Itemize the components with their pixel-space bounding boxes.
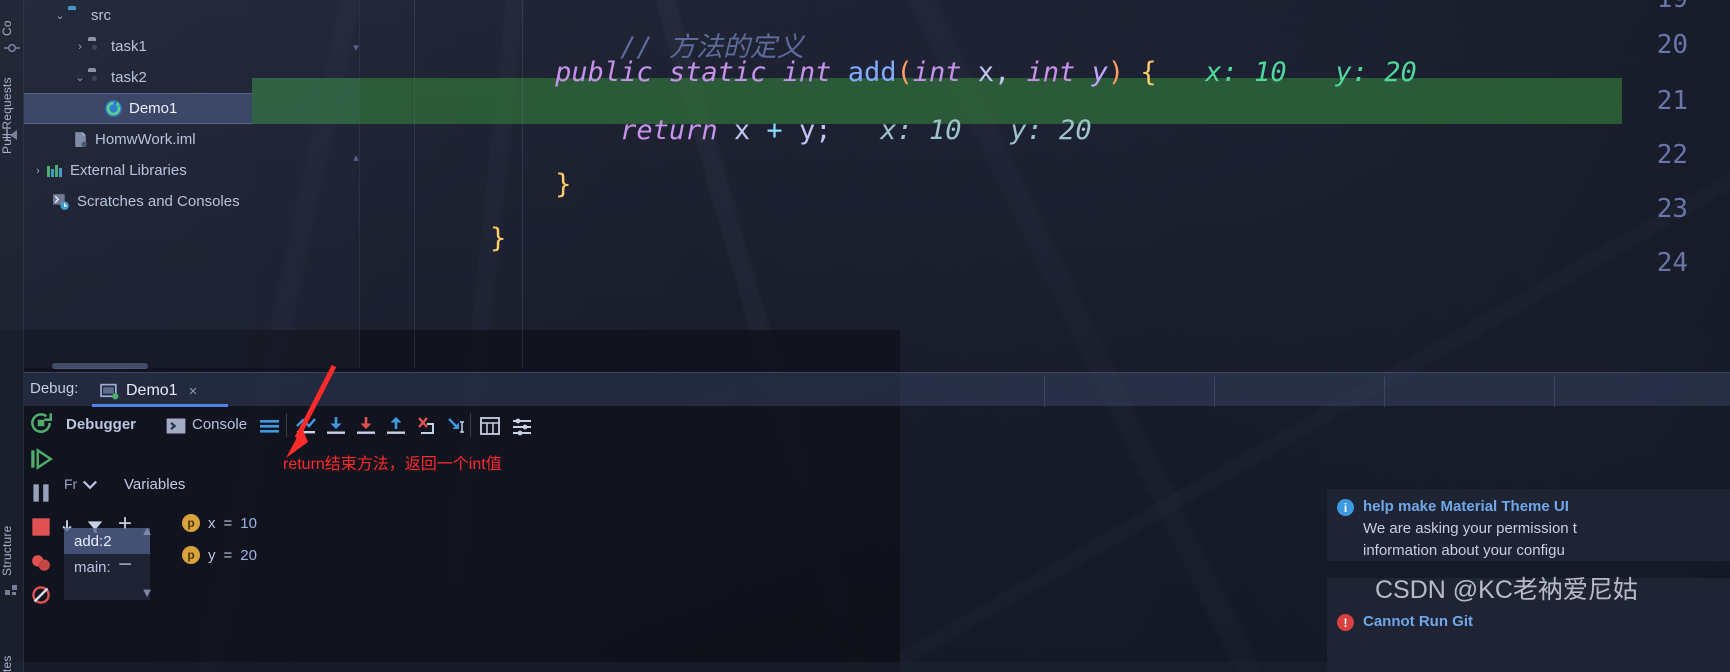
inline-debug-hint: x: 10 y: 20 bbox=[831, 115, 1092, 146]
debug-session-icon bbox=[100, 383, 119, 399]
parameter-badge-icon: p bbox=[182, 514, 200, 532]
tree-item-task2[interactable]: ⌄ task2 bbox=[24, 62, 252, 93]
notification-title: Cannot Run Git bbox=[1363, 613, 1473, 630]
scroll-up-icon[interactable]: ▲ bbox=[136, 523, 158, 538]
code-token: ; bbox=[815, 115, 832, 146]
sidebar-item-commit[interactable]: Co bbox=[0, 2, 24, 36]
code-token: + bbox=[750, 115, 799, 146]
tree-item-scratches-and-consoles[interactable]: Scratches and Consoles bbox=[24, 186, 252, 217]
notification-body-line: information about your configu bbox=[1363, 541, 1565, 559]
debug-session-tab-label: Demo1 bbox=[126, 382, 178, 399]
code-text-area[interactable]: // 方法的定义 public static int add(int x, in… bbox=[360, 0, 1730, 368]
folder-package-icon bbox=[88, 71, 105, 85]
tree-item-label: Scratches and Consoles bbox=[77, 193, 240, 210]
tree-item-src[interactable]: ⌄ src bbox=[24, 0, 252, 31]
iml-file-icon bbox=[75, 132, 87, 148]
sidebar-item-favorites[interactable]: tes bbox=[0, 626, 24, 672]
tree-item-label: task1 bbox=[111, 38, 147, 55]
close-icon[interactable]: × bbox=[189, 383, 198, 400]
variable-value: 20 bbox=[240, 546, 257, 564]
inline-debug-hint: x: 10 y: 20 bbox=[1156, 57, 1417, 88]
chevron-right-icon[interactable]: › bbox=[30, 165, 46, 177]
chevron-down-icon[interactable]: ⌄ bbox=[52, 9, 68, 22]
header-divider bbox=[1384, 377, 1385, 407]
tree-item-label: task2 bbox=[111, 69, 147, 86]
tree-item-label: External Libraries bbox=[70, 162, 187, 179]
code-line-23: } bbox=[360, 192, 506, 285]
scroll-down-icon[interactable]: ▼ bbox=[136, 585, 158, 600]
code-token: x bbox=[733, 115, 751, 146]
debug-panel-label: Debug: bbox=[30, 380, 79, 397]
editor-gutter[interactable] bbox=[252, 0, 360, 368]
notification-material-theme[interactable]: i help make Material Theme UI We are ask… bbox=[1327, 489, 1730, 561]
variable-value: 10 bbox=[240, 514, 257, 532]
notification-header: ! Cannot Run Git bbox=[1337, 613, 1720, 631]
header-divider bbox=[1214, 377, 1215, 407]
folder-source-icon bbox=[68, 9, 85, 23]
evaluate-expression-icon[interactable] bbox=[478, 414, 502, 438]
tree-item-label: Demo1 bbox=[129, 100, 178, 117]
tree-item-label: HomwWork.iml bbox=[95, 131, 196, 148]
chevron-down-icon[interactable] bbox=[80, 474, 100, 494]
header-divider bbox=[1554, 377, 1555, 407]
frames-scrollbar[interactable]: ▲ ▼ bbox=[136, 523, 158, 628]
sidebar-item-structure[interactable]: Structure bbox=[0, 498, 24, 577]
pull-request-icon bbox=[6, 129, 17, 141]
variable-equals: = bbox=[223, 514, 233, 532]
scratches-icon bbox=[53, 194, 69, 210]
left-tool-window-bar: Co Pull Requests Structure tes bbox=[0, 0, 24, 672]
step-into-icon[interactable] bbox=[354, 414, 378, 438]
commit-icon bbox=[4, 43, 20, 53]
toolbar-divider bbox=[470, 413, 471, 437]
tree-item-demo1[interactable]: Demo1 bbox=[24, 93, 252, 124]
info-icon: i bbox=[1337, 499, 1354, 516]
structure-icon bbox=[5, 585, 17, 595]
java-class-icon bbox=[105, 100, 122, 117]
code-token: y bbox=[1091, 57, 1108, 88]
notification-body-line: We are asking your permission t bbox=[1363, 520, 1577, 537]
code-token: { bbox=[1124, 57, 1157, 88]
active-tab-underline bbox=[92, 404, 228, 407]
error-icon: ! bbox=[1337, 614, 1354, 631]
annotation-arrow-icon bbox=[286, 364, 337, 458]
variable-equals: = bbox=[223, 546, 233, 564]
ide-window: Co Pull Requests Structure tes ⌄ src › t… bbox=[0, 0, 1730, 672]
watermark-text: CSDN @KC老衲爱尼姑 bbox=[1375, 576, 1638, 604]
variables-header-label: Variables bbox=[124, 476, 186, 493]
settings-icon[interactable] bbox=[510, 414, 534, 438]
notification-header: i help make Material Theme UI bbox=[1337, 498, 1720, 516]
chevron-down-icon[interactable]: ⌄ bbox=[72, 71, 88, 84]
tree-item-homwwork-iml[interactable]: HomwWork.iml bbox=[24, 124, 252, 155]
tab-debugger[interactable]: Debugger bbox=[66, 416, 136, 433]
tree-item-label: src bbox=[91, 7, 111, 24]
code-token: ) bbox=[1107, 57, 1125, 88]
code-token: return bbox=[620, 115, 718, 146]
variable-name: y bbox=[208, 546, 216, 564]
libraries-icon bbox=[47, 164, 62, 177]
code-token: } bbox=[490, 223, 507, 254]
tab-console[interactable]: Console bbox=[192, 416, 247, 433]
project-tree[interactable]: ⌄ src › task1 ⌄ task2 Demo1 HomwWork.iml… bbox=[24, 0, 252, 368]
rerun-icon[interactable] bbox=[28, 410, 54, 436]
notification-title: help make Material Theme UI bbox=[1363, 498, 1569, 515]
code-token: y bbox=[798, 115, 816, 146]
debug-session-tab[interactable]: Demo1 × bbox=[96, 376, 201, 406]
variable-row-y[interactable]: p y = 20 bbox=[182, 546, 257, 564]
variable-row-x[interactable]: p x = 10 bbox=[182, 514, 257, 532]
parameter-badge-icon: p bbox=[182, 546, 200, 564]
tree-item-task1[interactable]: › task1 bbox=[24, 31, 252, 62]
header-divider bbox=[1044, 377, 1045, 407]
code-editor[interactable]: 19 20 21 22 23 24 ▾ ▴ // 方法的定义 public st… bbox=[252, 0, 1730, 368]
frames-selector-label[interactable]: Fr bbox=[64, 476, 77, 492]
tree-item-external-libraries[interactable]: › External Libraries bbox=[24, 155, 252, 186]
variable-name: x bbox=[208, 514, 216, 532]
run-to-cursor-icon[interactable] bbox=[444, 414, 468, 438]
folder-package-icon bbox=[88, 40, 105, 54]
step-out-icon[interactable] bbox=[384, 414, 408, 438]
annotation-text: return结束方法，返回一个int值 bbox=[283, 456, 502, 473]
chevron-right-icon[interactable]: › bbox=[72, 41, 88, 53]
force-step-into-icon[interactable] bbox=[414, 414, 438, 438]
console-icon[interactable] bbox=[166, 416, 186, 436]
